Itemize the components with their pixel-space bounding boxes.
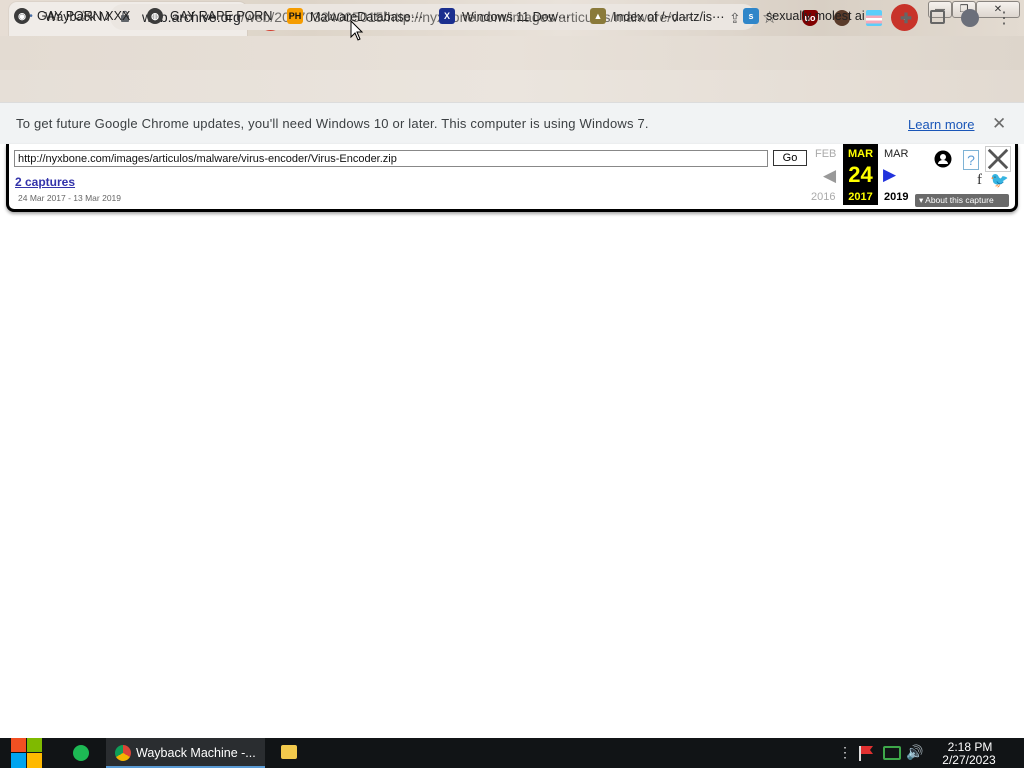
trans-flag-extension-icon[interactable] (866, 10, 882, 26)
current-month-label: MAR (847, 148, 874, 160)
previous-month-label[interactable]: FEB (815, 148, 836, 160)
captures-date-range: 24 Mar 2017 - 13 Mar 2019 (18, 193, 122, 203)
wayback-go-button[interactable]: Go (773, 150, 807, 166)
bookmark-label: sexually molest ai (766, 9, 865, 23)
windows-start-icon[interactable] (10, 738, 42, 768)
bookmark-label: GAY PORN XXX (37, 9, 131, 23)
bookmark-item[interactable]: ◉ GAY PORN XXX (14, 7, 130, 25)
current-day-label: 24 (848, 162, 873, 187)
next-capture-arrow-icon[interactable]: ▶ (883, 165, 896, 185)
current-year-label: 2017 (848, 191, 873, 203)
bookmark-label: Windows 11 Dow⋯ (462, 9, 571, 24)
next-year-label[interactable]: 2019 (884, 191, 908, 203)
clock-time[interactable]: 2:18 PM (944, 740, 996, 754)
wayback-url-input[interactable] (14, 150, 768, 167)
bookmark-item[interactable]: s sexually molest ai (743, 7, 865, 25)
twitter-share-icon[interactable]: 🐦 (990, 171, 1009, 189)
bookmark-item[interactable]: ◍ GAY RAPE PORN (147, 7, 272, 25)
file-explorer-icon[interactable] (281, 745, 297, 759)
infobar-close-icon[interactable]: ✕ (992, 114, 1006, 134)
clock-date[interactable]: 2/27/2023 (938, 753, 1000, 767)
bookmark-item[interactable]: ▲ Index of /~dartz/is⋯ (590, 7, 725, 25)
action-center-flag-icon[interactable] (858, 745, 875, 761)
spotify-taskbar-icon[interactable] (73, 745, 89, 761)
extensions-puzzle-icon[interactable]: ✚ (898, 10, 914, 26)
infobar-message: To get future Google Chrome updates, you… (16, 116, 649, 131)
captures-link[interactable]: 2 captures (15, 175, 75, 189)
generic-site-icon: ◉ (14, 8, 30, 24)
about-this-capture-button[interactable]: ▾ About this capture (915, 194, 1009, 207)
previous-year-label[interactable]: 2016 (811, 191, 835, 203)
x-icon: X (439, 8, 455, 24)
site-icon: s (743, 8, 759, 24)
chrome-icon (115, 745, 131, 761)
bookmark-item[interactable]: X Windows 11 Dow⋯ (439, 7, 570, 25)
folder-icon: ▲ (590, 8, 606, 24)
bookmark-label: MalwareDatabase⋯ (310, 9, 424, 24)
facebook-share-icon[interactable]: f (977, 172, 982, 189)
ph-icon: PH (287, 8, 303, 24)
next-month-label[interactable]: MAR (884, 148, 908, 160)
bookmark-label: GAY RAPE PORN (170, 9, 273, 23)
help-icon[interactable]: ? (963, 150, 979, 170)
chrome-menu-icon[interactable]: ⋮ (996, 8, 1012, 28)
bookmarks-bar (0, 70, 1024, 102)
network-icon[interactable] (883, 746, 901, 760)
side-panel-icon[interactable] (930, 10, 945, 24)
mouse-cursor-icon (350, 20, 364, 41)
browser-toolbar (0, 36, 1024, 70)
share-icon[interactable]: ⇪ (729, 10, 741, 27)
taskbar-chrome-label: Wayback Machine -... (136, 746, 256, 760)
previous-capture-arrow-icon[interactable]: ◀ (823, 166, 836, 186)
tray-overflow-icon[interactable]: ⋮ (838, 744, 852, 761)
account-icon[interactable] (934, 150, 952, 168)
volume-icon[interactable]: 🔊 (906, 744, 923, 761)
learn-more-link[interactable]: Learn more (908, 117, 974, 132)
wayback-close-icon[interactable] (985, 146, 1011, 172)
bookmark-label: Index of /~dartz/is⋯ (613, 9, 725, 24)
globe-icon: ◍ (147, 8, 163, 24)
profile-avatar[interactable] (961, 9, 979, 27)
